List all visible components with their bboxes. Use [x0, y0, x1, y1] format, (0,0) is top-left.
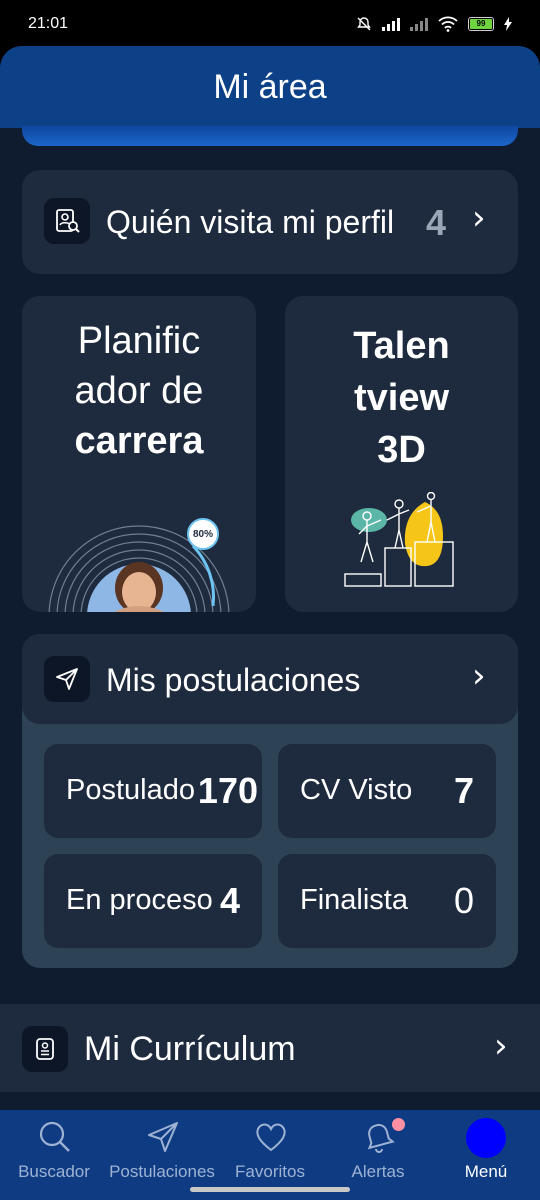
profile-search-icon	[44, 198, 90, 244]
status-time: 21:01	[28, 15, 69, 32]
stat-value: 7	[453, 770, 474, 811]
nav-item-menu[interactable]: Menú	[432, 1110, 540, 1200]
status-bar: 21:01 99	[0, 0, 540, 48]
app-screen: Mi área Quién visita mi perfil 4 › Plani…	[0, 46, 540, 1200]
stat-label: En proceso	[66, 884, 213, 916]
wifi-icon	[438, 16, 458, 32]
gesture-handle	[190, 1187, 350, 1192]
page-header: Mi área	[0, 46, 540, 128]
nav-label: Favoritos	[235, 1162, 305, 1181]
talentview-title-line3: 3D	[377, 429, 426, 471]
notification-badge	[392, 1118, 405, 1131]
battery-level: 99	[470, 19, 492, 29]
stat-value: 170	[197, 770, 258, 811]
mute-icon	[357, 17, 371, 31]
talentview-title-line1: Talen	[353, 325, 450, 367]
chevron-right-icon: ›	[494, 1026, 508, 1066]
stat-label: Postulado	[66, 774, 195, 806]
stat-applied[interactable]: Postulado 170	[44, 744, 262, 838]
chevron-right-icon: ›	[472, 656, 486, 696]
profile-visitors-label: Quién visita mi perfil	[106, 204, 395, 240]
menu-avatar-icon	[466, 1118, 506, 1158]
progress-label: 80%	[192, 528, 213, 540]
applications-title: Mis postulaciones	[106, 662, 361, 698]
career-planner-card[interactable]: Planific ador de carrera 80%	[22, 296, 256, 612]
battery-icon: 99	[468, 17, 494, 31]
teamwork-illustration	[344, 492, 454, 587]
career-planner-title-line2: ador de	[74, 370, 204, 412]
nav-label: Postulaciones	[109, 1162, 215, 1181]
stat-cv-viewed[interactable]: CV Visto 7	[278, 744, 496, 838]
charging-icon	[504, 17, 512, 31]
nav-label: Buscador	[18, 1162, 90, 1181]
send-icon	[44, 656, 90, 702]
profile-visitors-count: 4	[426, 202, 447, 243]
page-title: Mi área	[213, 67, 327, 106]
talentview-3d-card[interactable]: Talen tview 3D	[285, 296, 518, 612]
header-banner-strip	[22, 126, 518, 146]
status-icons: 99	[356, 16, 512, 32]
signal-2-icon	[410, 17, 428, 31]
stat-label: CV Visto	[300, 774, 413, 806]
id-card-icon	[22, 1026, 68, 1072]
career-progress-graphic	[48, 525, 230, 612]
profile-visitors-card[interactable]: Quién visita mi perfil 4 ›	[22, 170, 518, 274]
progress-badge: 80%	[187, 518, 219, 550]
stat-finalist[interactable]: Finalista 0	[278, 854, 496, 948]
applications-card: Mis postulaciones › Postulado 170 CV Vis…	[22, 634, 518, 968]
stat-in-process[interactable]: En proceso 4	[44, 854, 262, 948]
bell-icon	[367, 1124, 395, 1153]
applications-header[interactable]: Mis postulaciones ›	[22, 634, 518, 724]
search-icon	[39, 1121, 70, 1152]
stat-value: 4	[219, 880, 240, 921]
nav-label: Alertas	[351, 1162, 405, 1181]
nav-label: Menú	[464, 1162, 508, 1181]
nav-item-buscador[interactable]: Buscador	[0, 1110, 108, 1200]
chevron-right-icon: ›	[472, 198, 486, 238]
send-icon	[148, 1122, 178, 1152]
curriculum-row[interactable]: Mi Currículum ›	[0, 1004, 540, 1092]
career-planner-title-line3: carrera	[74, 420, 204, 462]
stat-label: Finalista	[300, 884, 408, 916]
heart-icon	[256, 1123, 286, 1152]
curriculum-title: Mi Currículum	[84, 1030, 296, 1068]
signal-icon	[382, 17, 400, 31]
stat-value: 0	[453, 880, 474, 921]
career-planner-title-line1: Planific	[77, 320, 201, 362]
talentview-title-line2: tview	[353, 377, 450, 419]
